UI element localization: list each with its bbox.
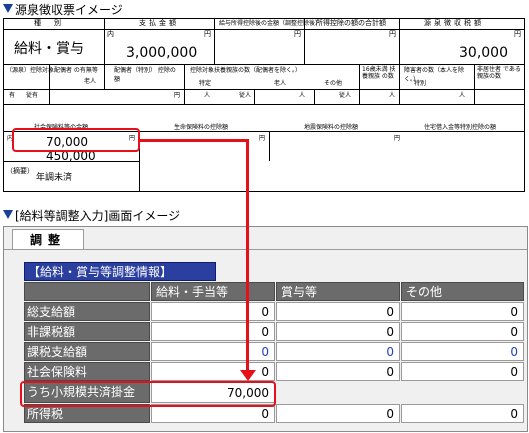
slip-col-tax: 源泉徴収税額 — [424, 19, 484, 27]
table-row: 非課税額 0 0 0 — [24, 322, 524, 341]
arrow-line-vertical — [246, 139, 249, 371]
taxable-bonus-value: 0 — [276, 342, 400, 361]
slip-yen-3: 円 — [389, 30, 396, 38]
row-label-taxable: 課税支給額 — [24, 342, 150, 361]
slip-tax-value: 30,000 — [459, 45, 508, 61]
nontaxable-bonus-input[interactable]: 0 — [276, 322, 400, 341]
slip-have: 有 — [9, 92, 16, 99]
slip-heading: 源泉徴収票イメージ — [3, 3, 123, 17]
slip-col-deduction-total: 所得控除の額の合計額 — [316, 19, 386, 27]
slip-person-3: 人 — [389, 92, 396, 99]
slip-col-payment: 支払金額 — [139, 19, 179, 27]
table-row: 課税支給額 0 0 0 — [24, 342, 524, 361]
slip-dependents: 控除対象扶養親族の数（配偶者を除く。） — [190, 67, 302, 74]
withholding-slip: 種 別 支払金額 給与所得控除後の金額（調整控除後） 所得控除の額の合計額 源泉… — [3, 18, 525, 192]
taxable-other-value: 0 — [401, 342, 524, 361]
tab-adjustment[interactable]: 調整 — [12, 229, 84, 250]
grid-header-row: 給料・手当等 賞与等 その他 — [24, 282, 524, 301]
slip-life-ins-label: 生命保険料の控除額 — [174, 124, 229, 131]
slip-spouse-sub: 老人 — [84, 78, 97, 85]
income-tax-bonus-input[interactable]: 0 — [276, 404, 400, 423]
row-label-nontaxable: 非課税額 — [24, 322, 150, 341]
slip-other: その他 — [324, 80, 343, 87]
slip-spouse-deduction: 配偶者（特別） 控除の額 — [114, 67, 176, 83]
arrow-head-icon — [240, 370, 256, 381]
slip-spouse-label: （源泉）控除対象配偶者 の有無等 — [6, 67, 98, 74]
row-label-total: 総支給額 — [24, 302, 150, 321]
social-insurance-other-input[interactable]: 0 — [401, 362, 524, 381]
social-insurance-bonus-input[interactable]: 0 — [276, 362, 400, 381]
screen-highlight-box — [20, 381, 276, 407]
slip-quake-ins-label: 地震保険料の控除額 — [304, 124, 359, 131]
slip-col-kind: 種 別 — [34, 19, 64, 27]
slip-summary-value: 年調未済 — [36, 173, 73, 183]
slip-yen-5: 円 — [174, 92, 181, 99]
slip-col-after-deduction: 給与所得控除後の金額（調整控除後） — [219, 20, 322, 27]
screen-heading: [給料等調整入力]画面イメージ — [3, 209, 180, 223]
slip-under16: 16歳未満 扶養親族 の数 — [362, 66, 396, 80]
taxable-salary-value: 0 — [151, 342, 275, 361]
section-header: 【給料・賞与等調整情報】 — [24, 262, 216, 281]
slip-yen-7: 円 — [259, 135, 266, 142]
slip-nonresident: 非居住者 である 親族の数 — [477, 66, 521, 80]
slip-yen-1: 円 — [204, 30, 211, 38]
slip-summary-label: （摘要） — [6, 167, 34, 175]
slip-elderly: 老人 — [274, 80, 287, 87]
slip-payment-value: 3,000,000 — [126, 45, 198, 61]
slip-yen-2: 円 — [294, 30, 301, 38]
col-header-other: その他 — [401, 282, 524, 301]
slip-person-1: 人 — [204, 92, 211, 99]
col-header-bonus: 賞与等 — [276, 282, 400, 301]
slip-yen-8: 円 — [394, 135, 401, 142]
triangle-icon — [3, 210, 13, 219]
slip-yen-4: 円 — [514, 30, 521, 38]
slip-person-4: 人 — [459, 92, 466, 99]
slip-jyu-1: 従人 — [239, 92, 252, 99]
slip-subordinate: 従有 — [26, 92, 39, 99]
slip-payment-inner: 内 — [107, 30, 114, 38]
screen-heading-text: [給料等調整入力]画面イメージ — [15, 209, 181, 223]
slip-loan-label: 住宅借入金等特別控除の額 — [424, 124, 497, 131]
total-salary-input[interactable]: 0 — [151, 302, 275, 321]
slip-jyu-2: 従人 — [339, 92, 352, 99]
income-tax-other-input[interactable]: 0 — [401, 404, 524, 423]
slip-highlight-box — [12, 128, 140, 152]
slip-person-2: 人 — [299, 92, 306, 99]
col-header-salary: 給料・手当等 — [151, 282, 275, 301]
total-other-input[interactable]: 0 — [401, 302, 524, 321]
nontaxable-salary-input[interactable]: 0 — [151, 322, 275, 341]
nontaxable-other-input[interactable]: 0 — [401, 322, 524, 341]
table-row: 社会保険料 0 0 0 — [24, 362, 524, 381]
arrow-line-horizontal — [140, 139, 249, 142]
triangle-icon — [3, 4, 13, 13]
social-insurance-salary-input[interactable]: 0 — [151, 362, 275, 381]
total-bonus-input[interactable]: 0 — [276, 302, 400, 321]
row-label-social-insurance: 社会保険料 — [24, 362, 150, 381]
slip-kind-value: 給料・賞与 — [14, 41, 84, 57]
grid-corner — [24, 282, 150, 301]
table-row: 総支給額 0 0 0 — [24, 302, 524, 321]
slip-specific: 特定 — [199, 80, 212, 87]
slip-special: 特別 — [414, 80, 427, 87]
slip-heading-text: 源泉徴収票イメージ — [15, 3, 123, 17]
